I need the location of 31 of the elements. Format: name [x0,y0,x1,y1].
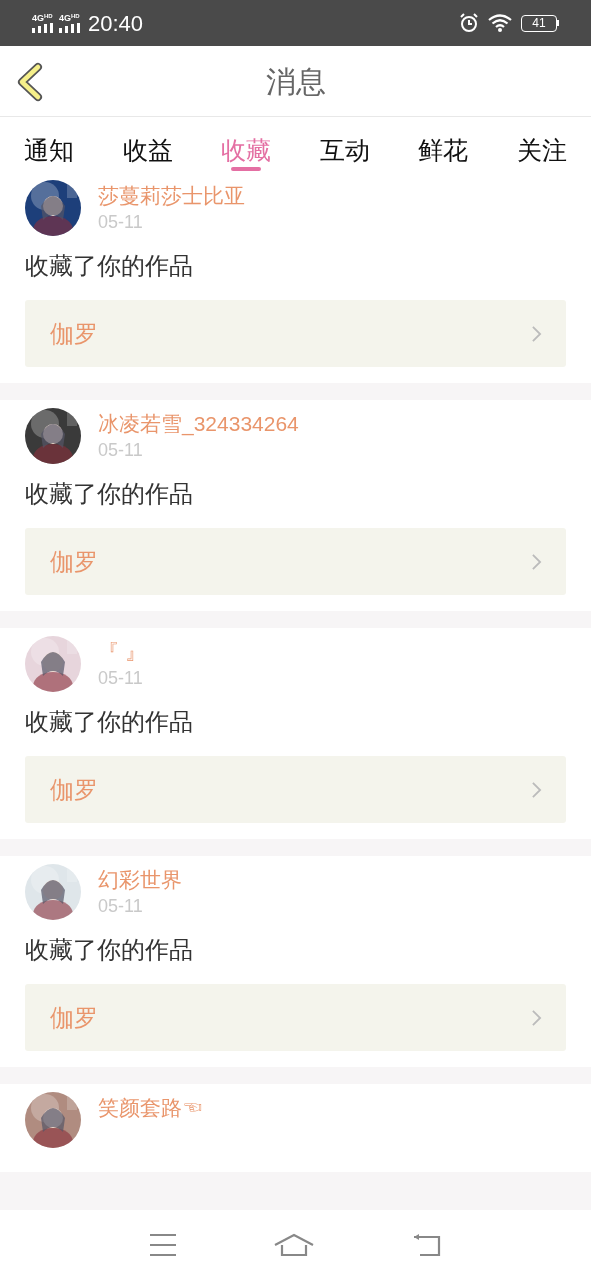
work-card[interactable]: 伽罗 [25,300,566,367]
user-name[interactable]: 笑颜套路☜ [98,1094,203,1122]
message-text: 收藏了你的作品 [25,707,194,737]
wifi-icon [488,14,512,32]
message-text: 收藏了你的作品 [25,251,194,281]
work-card[interactable]: 伽罗 [25,984,566,1051]
user-name[interactable]: 幻彩世界 [98,866,182,894]
tab[interactable]: 收藏 [221,117,272,172]
user-name[interactable]: 莎蔓莉莎士比亚 [98,182,245,210]
tab[interactable]: 互动 [319,117,370,172]
battery-icon: 41 [521,14,559,32]
clock-time: 20:40 [88,9,144,38]
back-nav-icon[interactable] [412,1233,443,1257]
tab[interactable]: 关注 [516,117,567,172]
work-card[interactable]: 伽罗 [25,756,566,823]
chevron-right-icon [531,552,542,571]
chevron-right-icon [531,1008,542,1027]
page-title: 消息 [265,63,326,100]
chevron-right-icon [531,780,542,799]
menu-icon[interactable] [148,1233,177,1257]
message-text: 收藏了你的作品 [25,479,194,509]
user-name[interactable]: 『 』 [98,638,146,666]
chevron-right-icon [531,324,542,343]
alarm-icon [459,13,479,33]
message-text: 收藏了你的作品 [25,935,194,965]
user-name[interactable]: 冰凌若雪_324334264 [98,410,299,438]
tab[interactable]: 收益 [122,117,173,172]
home-icon[interactable] [274,1233,315,1257]
tab[interactable]: 通知 [24,117,74,172]
work-card[interactable]: 伽罗 [25,528,566,595]
tab[interactable]: 鲜花 [418,117,469,172]
